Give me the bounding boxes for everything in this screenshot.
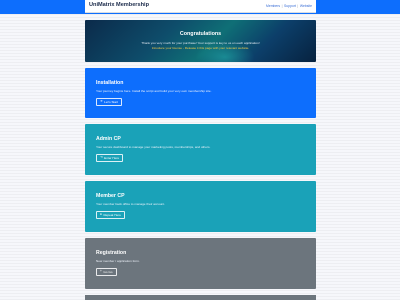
repeat-here-label: Repeat Here [103, 212, 121, 217]
nav-links: Members | Support | Website [266, 4, 312, 8]
go-button[interactable]: + Go Go [96, 268, 117, 276]
repeat-here-button[interactable]: ● Repeat Here [96, 211, 125, 219]
enter-here-button[interactable]: ⇥ Enter Here [96, 154, 124, 162]
nav-link-website[interactable]: Website [300, 4, 312, 8]
installation-text: Your journey begins here. Install the sc… [96, 89, 212, 93]
nav-link-members[interactable]: Members [266, 4, 280, 8]
registration-text: New member / application form. [96, 259, 140, 263]
nav-separator: | [297, 4, 299, 8]
nav-separator: | [281, 4, 283, 8]
go-label: Go Go [103, 269, 113, 274]
admin-cp-title: Admin CP [96, 136, 121, 142]
hero-glow [195, 42, 255, 62]
arrow-icon: ➜ [100, 99, 103, 104]
login-icon: ⇥ [100, 155, 103, 160]
admin-cp-text: Your secure dashboard to manage your mar… [96, 145, 211, 149]
lets-start-label: Let's Start [104, 99, 119, 104]
member-cp-text: Your member back office to manage their … [96, 202, 165, 206]
next-card-edge [85, 295, 316, 300]
registration-title: Registration [96, 250, 127, 256]
user-icon: ● [100, 212, 102, 217]
navbar: UniMatrix Membership Members | Support | Web… [85, 0, 316, 13]
admin-cp-card: Admin CP Your secure dashboard to manage… [85, 124, 316, 175]
hero-message: Thank you very much for your purchase! Y… [141, 41, 260, 45]
member-cp-title: Member CP [96, 193, 125, 199]
registration-card: Registration New member / application fo… [85, 238, 316, 289]
hero-license-note: Introduce your license - Release it this… [151, 46, 250, 50]
lets-start-button[interactable]: ➜ Let's Start [96, 98, 123, 106]
installation-card: Installation Your journey begins here. I… [85, 68, 316, 118]
brand-title[interactable]: UniMatrix Membership [89, 2, 149, 8]
user-plus-icon: + [100, 269, 102, 274]
installation-title: Installation [96, 80, 124, 86]
member-cp-card: Member CP Your member back office to man… [85, 181, 316, 232]
nav-link-support[interactable]: Support [284, 4, 296, 8]
hero-title: Congratulations [179, 31, 222, 37]
congratulations-hero: Congratulations Thank you very much for … [85, 20, 316, 62]
enter-here-label: Enter Here [104, 155, 120, 160]
